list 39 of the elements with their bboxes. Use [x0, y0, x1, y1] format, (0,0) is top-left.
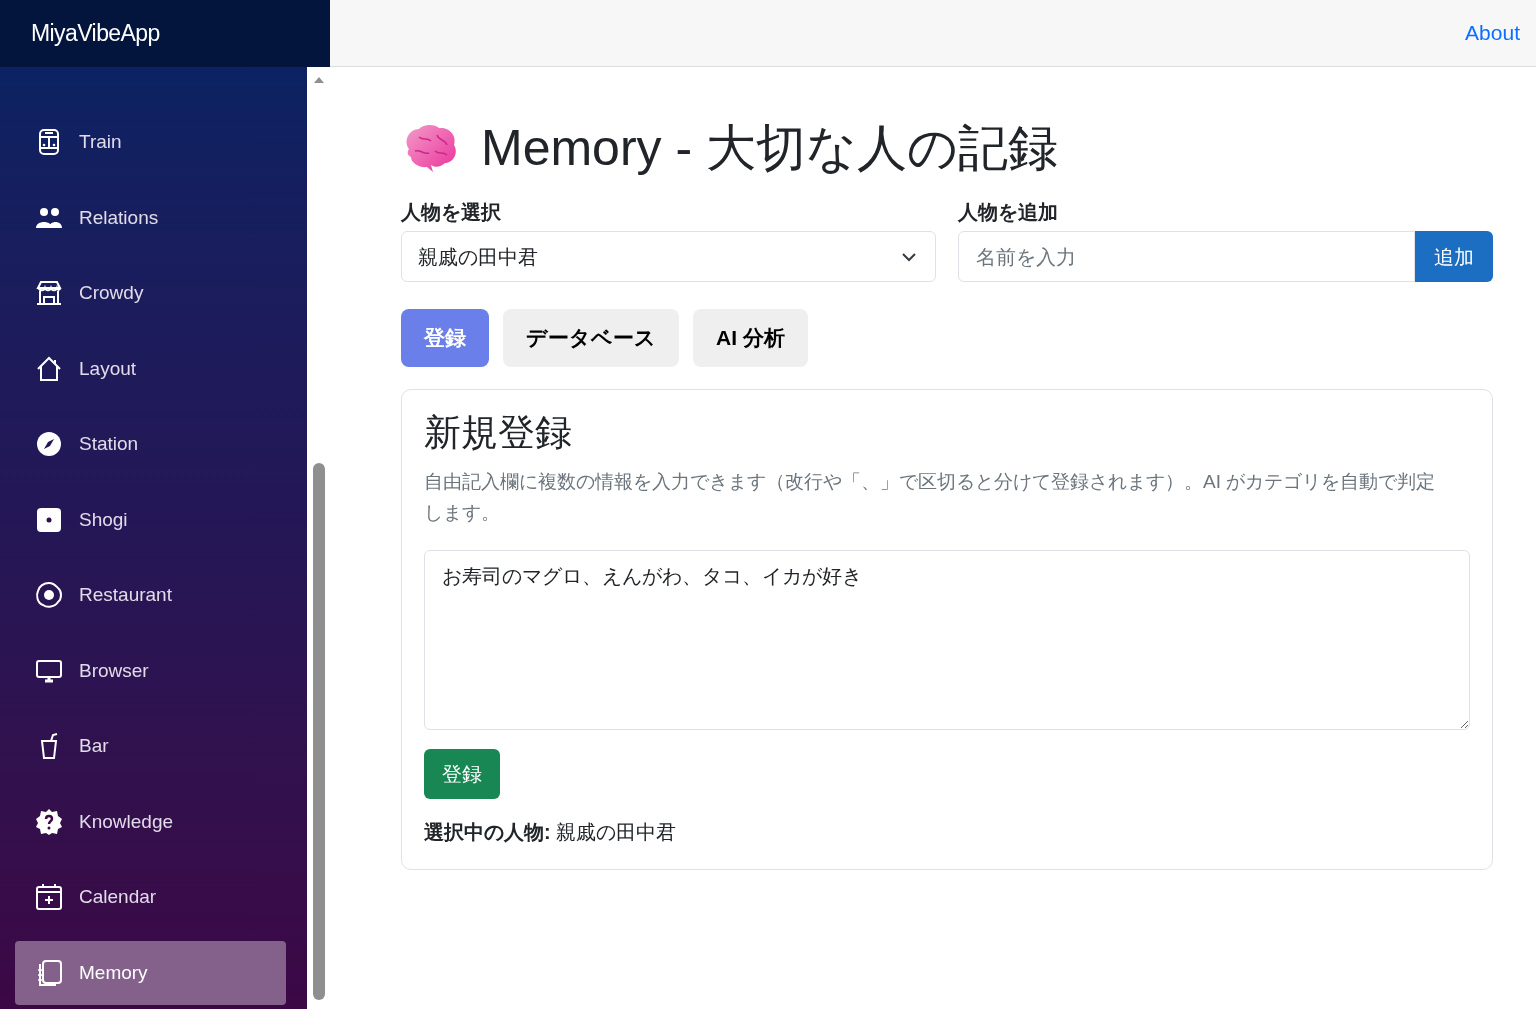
tab[interactable]: データベース	[503, 309, 679, 367]
sidebar-item[interactable]: Browser	[15, 638, 286, 703]
card-title: 新規登録	[424, 411, 573, 455]
question-badge-icon	[35, 807, 63, 836]
sidebar-item[interactable]: Memory	[15, 940, 286, 1005]
about-link[interactable]: About	[1465, 17, 1520, 49]
app-title[interactable]: MiyaVibeApp	[31, 16, 160, 51]
page-title: Memory - 大切な人の記録	[481, 123, 1058, 173]
compass-icon	[35, 430, 63, 459]
sidebar-item[interactable]: Shogi	[15, 487, 286, 552]
tab[interactable]: AI 分析	[693, 309, 808, 367]
storefront-icon	[35, 279, 63, 308]
chevron-down-icon	[901, 251, 917, 262]
register-button[interactable]: 登録	[424, 749, 500, 800]
scroll-up-icon[interactable]	[312, 76, 325, 84]
sidebar-item[interactable]: Crowdy	[15, 261, 286, 326]
fried-egg-icon	[35, 581, 63, 610]
sidebar-item[interactable]: Knowledge	[15, 789, 286, 854]
calendar-plus-icon	[35, 883, 63, 912]
sidebar-item[interactable]: Train	[15, 110, 286, 175]
sidebar-item[interactable]: Station	[15, 412, 286, 477]
sidebar-item[interactable]: Calendar	[15, 865, 286, 930]
tab[interactable]: 登録	[401, 309, 489, 367]
sidebar-item[interactable]: Bar	[15, 714, 286, 779]
card-description: 自由記入欄に複数の情報を入力できます（改行や「、」で区切ると分けて登録されます）。AI がカテゴリを自動で判定します。	[424, 470, 1437, 526]
sidebar-item[interactable]: Layout	[15, 336, 286, 401]
house-icon	[35, 354, 63, 383]
scrollbar-thumb[interactable]	[313, 463, 325, 1000]
add-button[interactable]: 追加	[1415, 231, 1493, 282]
die-icon	[35, 505, 63, 534]
selected-person-text: 選択中の人物: 親戚の田中君	[424, 820, 678, 846]
sidebar-item[interactable]: Relations	[15, 185, 286, 250]
add-label: 人物を追加	[958, 200, 1059, 225]
memo-textarea[interactable]: お寿司のマグロ、えんがわ、タコ、イカが好き	[424, 550, 1470, 731]
select-label: 人物を選択	[401, 200, 502, 225]
journal-icon	[35, 958, 63, 987]
name-input-field[interactable]: 名前を入力	[958, 231, 1415, 282]
person-select[interactable]: 親戚の田中君	[401, 231, 936, 282]
sidebar-item[interactable]: Restaurant	[15, 563, 286, 628]
